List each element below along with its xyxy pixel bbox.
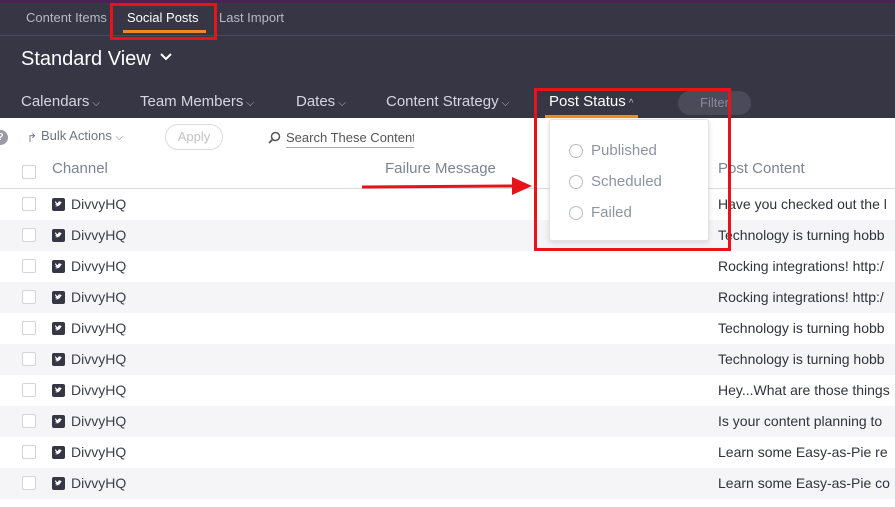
twitter-icon bbox=[52, 415, 65, 428]
chevron-down-icon: ⌵ bbox=[338, 98, 346, 109]
post-content[interactable]: Have you checked out the l bbox=[718, 196, 887, 212]
post-content[interactable]: Technology is turning hobb bbox=[718, 351, 885, 367]
twitter-icon bbox=[52, 446, 65, 459]
twitter-icon bbox=[52, 229, 65, 242]
chevron-down-icon: ⌵ bbox=[92, 98, 100, 109]
channel-name: DivvyHQ bbox=[71, 320, 127, 336]
twitter-icon bbox=[52, 384, 65, 397]
twitter-icon bbox=[52, 477, 65, 490]
filter-content-strategy[interactable]: Content Strategy ⌵ bbox=[386, 93, 509, 110]
twitter-icon bbox=[52, 322, 65, 335]
column-header-post-content[interactable]: Post Content bbox=[718, 160, 805, 177]
post-content[interactable]: Technology is turning hobb bbox=[718, 227, 885, 243]
channel-name: DivvyHQ bbox=[71, 444, 127, 460]
table-row[interactable]: DivvyHQ Rocking integrations! http:/ bbox=[0, 251, 895, 282]
filter-label: Content Strategy bbox=[386, 93, 499, 110]
row-checkbox[interactable] bbox=[22, 383, 36, 397]
twitter-icon bbox=[52, 353, 65, 366]
post-content[interactable]: Learn some Easy-as-Pie co bbox=[718, 475, 890, 491]
bulk-actions-dropdown[interactable]: Bulk Actions ⌵ bbox=[41, 128, 123, 143]
row-checkbox[interactable] bbox=[22, 352, 36, 366]
row-checkbox[interactable] bbox=[22, 414, 36, 428]
table-row[interactable]: DivvyHQ Technology is turning hobb bbox=[0, 220, 895, 251]
channel-name: DivvyHQ bbox=[71, 227, 127, 243]
table-row[interactable]: DivvyHQ Rocking integrations! http:/ bbox=[0, 282, 895, 313]
twitter-icon bbox=[52, 198, 65, 211]
channel-name: DivvyHQ bbox=[71, 351, 127, 367]
row-checkbox[interactable] bbox=[22, 228, 36, 242]
bulk-actions-label: Bulk Actions bbox=[41, 128, 112, 143]
filter-dates[interactable]: Dates ⌵ bbox=[296, 93, 346, 110]
highlight-box bbox=[534, 88, 731, 251]
table-row[interactable]: DivvyHQ Learn some Easy-as-Pie co bbox=[0, 468, 895, 499]
row-checkbox[interactable] bbox=[22, 445, 36, 459]
table-row[interactable]: DivvyHQ Technology is turning hobb bbox=[0, 344, 895, 375]
view-title[interactable]: Standard View bbox=[21, 48, 151, 71]
channel-name: DivvyHQ bbox=[71, 475, 127, 491]
highlight-box bbox=[110, 3, 217, 40]
row-checkbox[interactable] bbox=[22, 321, 36, 335]
channel-name: DivvyHQ bbox=[71, 258, 127, 274]
filter-team-members[interactable]: Team Members ⌵ bbox=[140, 93, 254, 110]
chevron-down-icon: ⌵ bbox=[115, 132, 124, 143]
search-icon bbox=[268, 131, 281, 144]
table-row[interactable]: DivvyHQ Is your content planning to bbox=[0, 406, 895, 437]
channel-name: DivvyHQ bbox=[71, 289, 127, 305]
channel-name: DivvyHQ bbox=[71, 196, 127, 212]
table-row[interactable]: DivvyHQ Technology is turning hobb bbox=[0, 313, 895, 344]
search-input[interactable] bbox=[286, 128, 414, 148]
post-content[interactable]: Is your content planning to bbox=[718, 413, 882, 429]
row-checkbox[interactable] bbox=[22, 476, 36, 490]
row-checkbox[interactable] bbox=[22, 197, 36, 211]
column-header-channel[interactable]: Channel bbox=[52, 160, 108, 177]
tab-content-items[interactable]: Content Items bbox=[26, 10, 107, 25]
post-content[interactable]: Rocking integrations! http:/ bbox=[718, 289, 884, 305]
select-all-checkbox[interactable] bbox=[22, 165, 36, 179]
row-checkbox[interactable] bbox=[22, 290, 36, 304]
channel-name: DivvyHQ bbox=[71, 413, 127, 429]
help-icon[interactable]: ? bbox=[0, 130, 8, 145]
post-content[interactable]: Hey...What are those things bbox=[718, 382, 890, 398]
filter-label: Dates bbox=[296, 93, 336, 110]
filter-label: Calendars bbox=[21, 93, 90, 110]
chevron-down-icon[interactable] bbox=[160, 53, 172, 61]
filter-label: Team Members bbox=[140, 93, 244, 110]
post-content[interactable]: Technology is turning hobb bbox=[718, 320, 885, 336]
bulk-actions-icon: ↱ bbox=[27, 131, 38, 145]
post-content[interactable]: Rocking integrations! http:/ bbox=[718, 258, 884, 274]
table-row[interactable]: DivvyHQ Learn some Easy-as-Pie re bbox=[0, 437, 895, 468]
apply-button[interactable]: Apply bbox=[165, 124, 223, 150]
annotation-arrow bbox=[362, 177, 532, 195]
twitter-icon bbox=[52, 260, 65, 273]
filter-calendars[interactable]: Calendars ⌵ bbox=[21, 93, 100, 110]
tab-last-import[interactable]: Last Import bbox=[219, 10, 284, 25]
chevron-down-icon: ⌵ bbox=[246, 98, 254, 109]
twitter-icon bbox=[52, 291, 65, 304]
chevron-down-icon: ⌵ bbox=[501, 98, 510, 109]
channel-name: DivvyHQ bbox=[71, 382, 127, 398]
post-content[interactable]: Learn some Easy-as-Pie re bbox=[718, 444, 888, 460]
row-checkbox[interactable] bbox=[22, 259, 36, 273]
table-row[interactable]: DivvyHQ Hey...What are those things bbox=[0, 375, 895, 406]
